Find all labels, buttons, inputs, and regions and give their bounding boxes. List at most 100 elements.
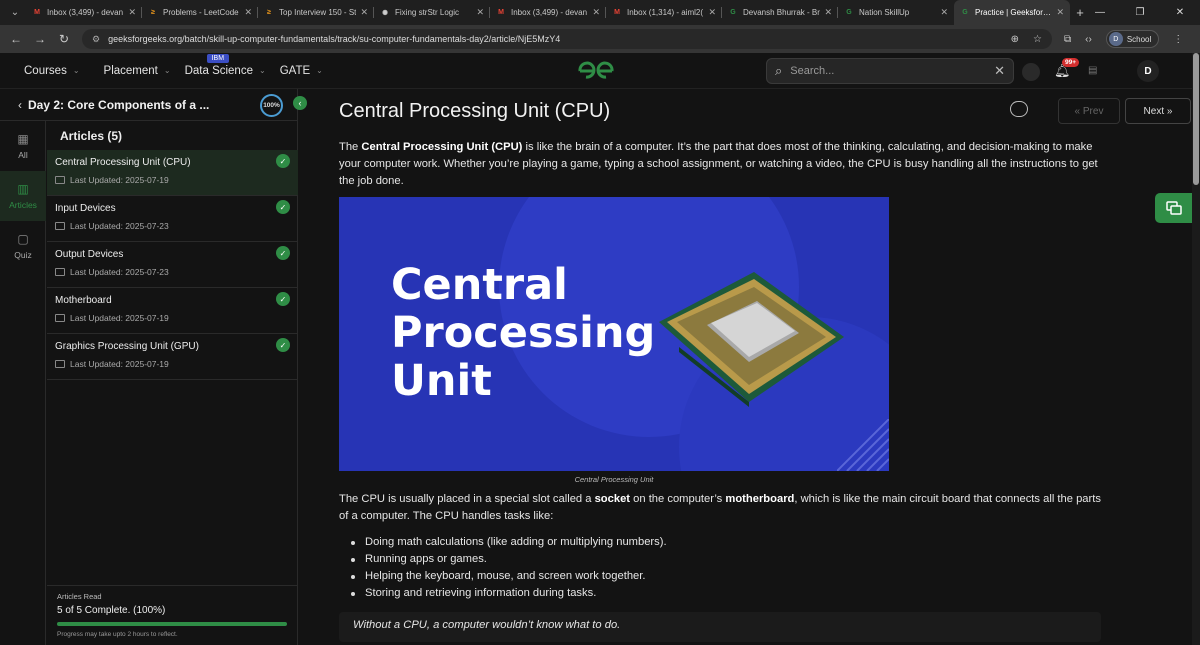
back-chevron-icon[interactable]: ‹ xyxy=(18,98,22,112)
rail-item-all[interactable]: ▦ All xyxy=(0,121,46,171)
leetcode-icon: ≥ xyxy=(151,9,155,16)
site-info-icon[interactable]: ⚙ xyxy=(92,34,100,45)
book-open-icon xyxy=(55,314,65,322)
browser-tab[interactable]: G Nation SkillUp ✕ xyxy=(838,0,954,25)
nav-data-science[interactable]: IBM Data Science ⌄ xyxy=(185,53,266,77)
tab-search-icon[interactable]: ⌄ xyxy=(4,4,26,22)
article-list-item[interactable]: Input Devices Last Updated: 2025-07-23 ✓ xyxy=(47,196,298,242)
nav-label: GATE xyxy=(279,64,311,77)
nav-placement[interactable]: Placement ⌄ xyxy=(104,65,171,77)
browser-tab[interactable]: M Inbox (1,314) - aiml2(✕ xyxy=(606,0,722,25)
close-window-icon[interactable]: ✕ xyxy=(1160,0,1200,25)
browser-tab[interactable]: M Inbox (3,499) - devan ✕ xyxy=(490,0,606,25)
chevron-down-icon: ⌄ xyxy=(316,66,323,75)
minimize-icon[interactable]: — xyxy=(1080,0,1120,25)
profile-button[interactable]: D School xyxy=(1105,30,1160,48)
browser-tab[interactable]: ✺ Fixing strStr Logic ✕ xyxy=(374,0,490,25)
cpu-chip-illustration xyxy=(659,272,844,407)
address-bar-row: ← → ↻ ⚙ geeksforgeeks.org/batch/skill-up… xyxy=(0,25,1200,53)
gfg-icon: G xyxy=(962,9,968,16)
close-tab-icon[interactable]: ✕ xyxy=(940,7,948,18)
tab-title: Inbox (3,499) - devan xyxy=(511,8,588,17)
chevron-down-icon: ⌄ xyxy=(163,66,171,75)
page-scrollbar[interactable] xyxy=(1192,53,1200,645)
prev-button[interactable]: « Prev xyxy=(1058,98,1120,124)
browser-tab[interactable]: ≥ Problems - LeetCode ✕ xyxy=(142,0,258,25)
browser-tab[interactable]: G Practice | GeeksforGe ✕ xyxy=(954,0,1070,25)
article-name: Graphics Processing Unit (GPU) xyxy=(55,341,199,352)
article-title: Central Processing Unit (CPU) xyxy=(339,100,611,122)
cpu-hero-image: Central Processing Unit xyxy=(339,197,889,471)
article-main: Central Processing Unit (CPU) « Prev Nex… xyxy=(298,89,1192,645)
list-item: Running apps or games. xyxy=(351,551,667,568)
user-avatar[interactable]: D xyxy=(1137,60,1159,82)
back-icon[interactable]: ← xyxy=(4,32,28,46)
article-name: Input Devices xyxy=(55,203,116,214)
bookmark-star-icon[interactable]: ☆ xyxy=(1033,34,1042,45)
article-name: Central Processing Unit (CPU) xyxy=(55,157,191,168)
browser-menu-icon[interactable]: ⋮ xyxy=(1173,34,1183,45)
nav-gate[interactable]: GATE ⌄ xyxy=(280,65,323,77)
article-list-item[interactable]: Central Processing Unit (CPU) Last Update… xyxy=(47,150,298,196)
article-list-item[interactable]: Graphics Processing Unit (GPU) Last Updat… xyxy=(47,334,298,380)
article-list: Central Processing Unit (CPU) Last Update… xyxy=(47,150,298,380)
browser-tab[interactable]: ≥ Top Interview 150 - St ✕ xyxy=(258,0,374,25)
hero-line: Unit xyxy=(391,356,492,406)
nav-courses[interactable]: Courses ⌄ xyxy=(24,65,80,77)
close-tab-icon[interactable]: ✕ xyxy=(824,7,832,18)
site-header: Courses ⌄ Placement ⌄ IBM Data Science ⌄ GAT… xyxy=(0,53,1200,89)
close-tab-icon[interactable]: ✕ xyxy=(592,7,600,18)
profile-avatar: D xyxy=(1108,32,1123,46)
progress-ring: 100% xyxy=(260,94,283,117)
callout-quote: Without a CPU, a computer wouldn’t know … xyxy=(339,612,1101,642)
browser-tab[interactable]: M Inbox (3,499) - devan ✕ xyxy=(26,0,142,25)
article-date-text: Last Updated: 2025-07-23 xyxy=(70,221,169,231)
list-item: Doing math calculations (like adding or … xyxy=(351,534,667,551)
zoom-icon[interactable]: ⊕ xyxy=(1011,34,1019,45)
article-name: Motherboard xyxy=(55,295,112,306)
theme-toggle-icon[interactable] xyxy=(1022,63,1040,81)
scrollbar-thumb[interactable] xyxy=(1193,53,1199,185)
reload-icon[interactable]: ↻ xyxy=(52,32,76,46)
notification-bell-icon[interactable]: 🔔︎ 99+ xyxy=(1054,58,1080,79)
browser-tab[interactable]: G Devansh Bhurrak - Br ✕ xyxy=(722,0,838,25)
translate-icon[interactable]: ▤ xyxy=(1088,65,1097,76)
close-tab-icon[interactable]: ✕ xyxy=(476,7,484,18)
extensions-icon[interactable]: ⧉ xyxy=(1064,34,1071,45)
article-list-item[interactable]: Motherboard Last Updated: 2025-07-19 ✓ xyxy=(47,288,298,334)
search-input[interactable]: ⌕ Search... ✕ xyxy=(766,58,1014,84)
close-tab-icon[interactable]: ✕ xyxy=(128,7,136,18)
rail-item-quiz[interactable]: ▢ Quiz xyxy=(0,221,46,271)
article-list-item[interactable]: Output Devices Last Updated: 2025-07-23 ✓ xyxy=(47,242,298,288)
gfg-icon: G xyxy=(730,9,736,16)
comment-icon[interactable] xyxy=(1010,101,1028,117)
devtools-icon[interactable]: ‹› xyxy=(1085,34,1092,45)
grid-icon: ▦ xyxy=(17,132,29,146)
nav-label: Courses xyxy=(24,64,67,77)
completed-check-icon: ✓ xyxy=(276,246,290,260)
gfg-logo[interactable] xyxy=(574,61,618,86)
bold-term: motherboard xyxy=(725,493,795,505)
url-field[interactable]: ⚙ geeksforgeeks.org/batch/skill-up-compu… xyxy=(82,29,1052,49)
close-tab-icon[interactable]: ✕ xyxy=(708,7,716,18)
chevron-down-icon: ⌄ xyxy=(72,66,80,75)
article-date-text: Last Updated: 2025-07-19 xyxy=(70,359,169,369)
maximize-icon[interactable]: ❐ xyxy=(1120,0,1160,25)
completed-check-icon: ✓ xyxy=(276,200,290,214)
close-tab-icon[interactable]: ✕ xyxy=(1056,7,1064,18)
tab-title: Practice | GeeksforGe xyxy=(975,8,1053,17)
book-open-icon xyxy=(55,360,65,368)
hero-text: Central Processing Unit xyxy=(391,261,655,405)
article-date-text: Last Updated: 2025-07-23 xyxy=(70,267,169,277)
chat-widget-icon[interactable] xyxy=(1155,193,1193,223)
rail-item-articles[interactable]: ▥ Articles xyxy=(0,171,46,221)
articles-heading: Articles (5) xyxy=(60,129,123,143)
bold-term: socket xyxy=(594,493,631,505)
forward-icon[interactable]: → xyxy=(28,32,52,46)
close-tab-icon[interactable]: ✕ xyxy=(360,7,368,18)
close-tab-icon[interactable]: ✕ xyxy=(244,7,252,18)
clear-search-icon[interactable]: ✕ xyxy=(994,63,1005,79)
hero-line: Processing xyxy=(391,308,656,358)
tab-title: Fixing strStr Logic xyxy=(395,8,460,17)
next-button[interactable]: Next » xyxy=(1125,98,1191,124)
